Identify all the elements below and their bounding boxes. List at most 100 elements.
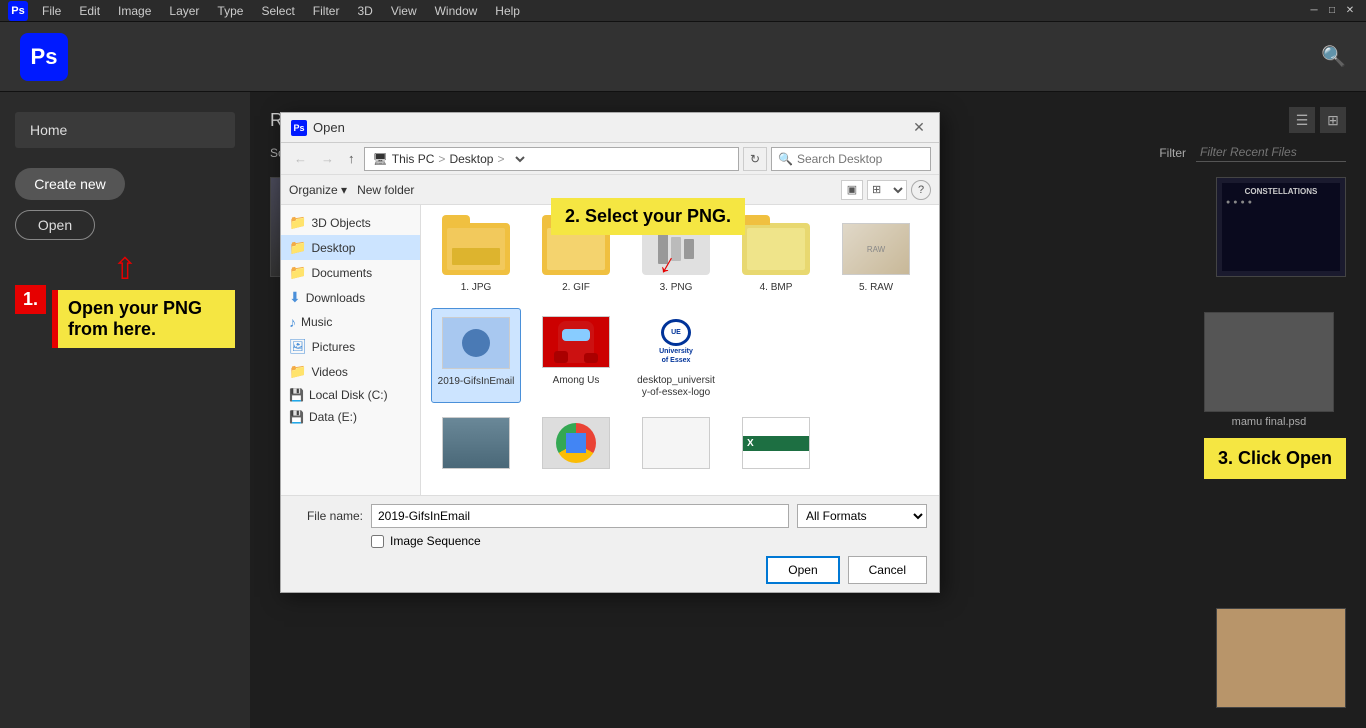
folder-icon: 📁 <box>289 264 306 281</box>
menu-file[interactable]: File <box>34 2 69 20</box>
create-new-button[interactable]: Create new <box>15 168 125 200</box>
up-button[interactable]: ↑ <box>343 149 360 168</box>
menu-select[interactable]: Select <box>253 2 302 20</box>
file-icon-box <box>440 219 512 279</box>
nav-item-pictures[interactable]: 🖼 Pictures <box>281 334 420 359</box>
file-thumbnail <box>542 417 610 469</box>
nav-item-3dobjects[interactable]: 📁 3D Objects <box>281 210 420 235</box>
back-button[interactable]: ← <box>289 149 312 168</box>
refresh-button[interactable]: ↻ <box>743 147 767 171</box>
file-icon-box <box>740 219 812 279</box>
file-item-chrome[interactable] <box>531 413 621 473</box>
file-item-raw[interactable]: RAW 5. RAW <box>831 215 921 298</box>
file-thumbnail: X <box>742 417 810 469</box>
menu-help[interactable]: Help <box>487 2 528 20</box>
close-button[interactable]: ✕ <box>1342 3 1358 19</box>
view-icons: ☰ ⊞ <box>1289 107 1346 133</box>
nav-label: Downloads <box>306 291 365 305</box>
mamu-name: mamu final.psd <box>1232 416 1307 428</box>
preview-pane-button[interactable]: ▣ <box>841 180 863 200</box>
menu-type[interactable]: Type <box>209 2 251 20</box>
file-name: 5. RAW <box>859 282 893 294</box>
dialog-buttons-row: Open Cancel <box>293 556 927 584</box>
dialog-close-button[interactable]: ✕ <box>909 118 929 138</box>
menu-view[interactable]: View <box>383 2 425 20</box>
filename-row: File name: All Formats <box>293 504 927 528</box>
image-sequence-checkbox[interactable] <box>371 535 384 548</box>
dialog-cancel-button[interactable]: Cancel <box>848 556 927 584</box>
sofa-section <box>1216 608 1346 708</box>
format-select[interactable]: All Formats <box>797 504 927 528</box>
sidebar: Home Create new Open ⇧ 1. Open your PNG … <box>0 92 250 728</box>
nav-item-documents[interactable]: 📁 Documents <box>281 260 420 285</box>
maximize-button[interactable]: □ <box>1324 3 1340 19</box>
file-thumbnail <box>442 317 510 369</box>
drive-icon: 💾 <box>289 410 304 424</box>
help-button[interactable]: ? <box>911 180 931 200</box>
drive-icon: 💾 <box>289 388 304 402</box>
nav-item-desktop[interactable]: 📁 Desktop <box>281 235 420 260</box>
menu-3d[interactable]: 3D <box>349 2 380 20</box>
main-layout: Home Create new Open ⇧ 1. Open your PNG … <box>0 92 1366 728</box>
nav-item-downloads[interactable]: ⬇ Downloads <box>281 285 420 310</box>
open-dialog: Ps Open ✕ ← → ↑ 🖥 This PC > Desktop > <box>280 112 940 593</box>
menu-edit[interactable]: Edit <box>71 2 108 20</box>
file-item-photo[interactable] <box>431 413 521 473</box>
file-item-among-us[interactable]: Among Us <box>531 308 621 403</box>
view-mode-select[interactable]: ⊞ <box>867 180 907 200</box>
nav-label: Desktop <box>311 241 355 255</box>
dialog-files: 2. Select your PNG. ↓ <box>421 205 939 495</box>
search-icon[interactable]: 🔍 <box>1321 44 1346 69</box>
file-item-excel[interactable]: X <box>731 413 821 473</box>
file-name: Among Us <box>553 375 600 387</box>
file-item-jpg[interactable]: 1. JPG <box>431 215 521 298</box>
list-view-button[interactable]: ☰ <box>1289 107 1315 133</box>
nav-item-music[interactable]: ♪ Music <box>281 310 420 334</box>
menu-window[interactable]: Window <box>427 2 486 20</box>
home-tab[interactable]: Home <box>15 112 235 148</box>
photoshop-logo: Ps <box>20 33 68 81</box>
new-folder-button[interactable]: New folder <box>357 183 414 197</box>
open-button[interactable]: Open <box>15 210 95 240</box>
forward-button[interactable]: → <box>316 149 339 168</box>
image-sequence-row: Image Sequence <box>293 534 927 548</box>
file-item-university[interactable]: UE Universityof Essex desktop_university… <box>631 308 721 403</box>
nav-item-data-e[interactable]: 💾 Data (E:) <box>281 406 420 428</box>
nav-item-localdisk-c[interactable]: 💾 Local Disk (C:) <box>281 384 420 406</box>
mamu-thumbnail-item[interactable]: mamu final.psd <box>1204 312 1334 428</box>
search-input[interactable] <box>797 152 952 166</box>
minimize-button[interactable]: ─ <box>1306 3 1322 19</box>
breadcrumb-dropdown[interactable] <box>508 151 528 167</box>
thumbnail-item-constellation[interactable]: CONSTELLATIONS ●●●● <box>1216 177 1346 304</box>
dialog-nav: 📁 3D Objects 📁 Desktop 📁 Documents <box>281 205 421 495</box>
file-name: 1. JPG <box>461 282 492 294</box>
grid-view-button[interactable]: ⊞ <box>1320 107 1346 133</box>
folder-icon: ⬇ <box>289 289 301 306</box>
file-thumbnail <box>442 417 510 469</box>
search-box: 🔍 <box>771 147 931 171</box>
file-name: 4. BMP <box>760 282 793 294</box>
image-sequence-label: Image Sequence <box>390 534 481 548</box>
dialog-open-button[interactable]: Open <box>766 556 839 584</box>
menu-image[interactable]: Image <box>110 2 159 20</box>
breadcrumb-thispc: This PC <box>392 152 435 166</box>
file-thumbnail: RAW <box>842 223 910 275</box>
annotation-2: 2. Select your PNG. <box>551 205 745 235</box>
menu-filter[interactable]: Filter <box>305 2 348 20</box>
search-icon: 🔍 <box>778 152 793 166</box>
file-name: desktop_university-of-essex-logo <box>635 375 717 399</box>
file-name: 3. PNG <box>660 282 693 294</box>
menu-layer[interactable]: Layer <box>161 2 207 20</box>
dialog-title: Open <box>313 120 909 135</box>
filename-label: File name: <box>293 509 363 523</box>
file-item-gifs-email[interactable]: 2019-GifsInEmail <box>431 308 521 403</box>
folder-icon <box>742 223 810 275</box>
organize-button[interactable]: Organize ▾ <box>289 183 347 197</box>
file-item-blank[interactable] <box>631 413 721 473</box>
filter-input[interactable] <box>1196 143 1346 162</box>
view-buttons-right: ▣ ⊞ ? <box>841 180 931 200</box>
filename-input[interactable] <box>371 504 789 528</box>
content-area: Recent ☰ ⊞ Sort Filter IMG IMG_ 3 hours … <box>250 92 1366 728</box>
file-icon-box <box>440 313 512 373</box>
nav-item-videos[interactable]: 📁 Videos <box>281 359 420 384</box>
